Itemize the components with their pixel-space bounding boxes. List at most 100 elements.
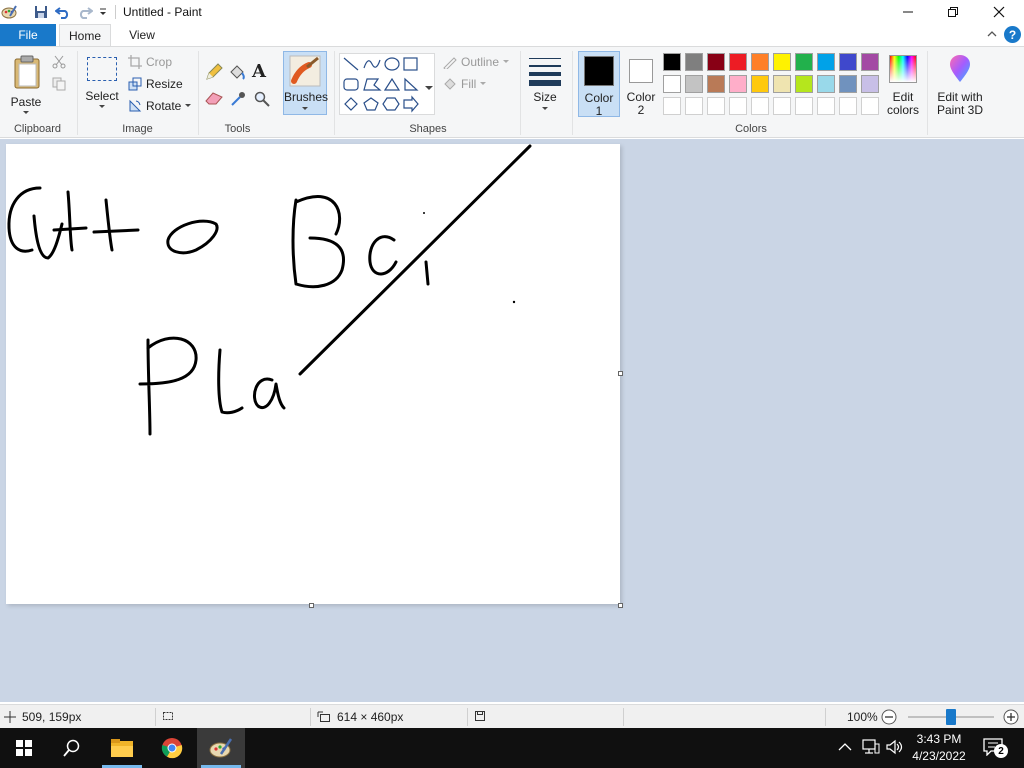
- cut-icon[interactable]: [52, 55, 66, 72]
- color-swatch[interactable]: [751, 75, 769, 93]
- diamond-shape-icon[interactable]: [344, 97, 358, 111]
- color-swatch[interactable]: [817, 75, 835, 93]
- color-swatch[interactable]: [663, 75, 681, 93]
- color-swatch[interactable]: [773, 53, 791, 71]
- copy-icon[interactable]: [52, 77, 66, 94]
- zoom-in-icon[interactable]: [1003, 709, 1019, 728]
- pentagon-shape-icon[interactable]: [363, 97, 379, 111]
- fill-bucket-icon[interactable]: [228, 63, 246, 84]
- resize-handle-corner[interactable]: [618, 603, 623, 608]
- redo-icon[interactable]: [76, 3, 94, 21]
- custom-color-slot[interactable]: [795, 97, 813, 115]
- color-swatch[interactable]: [795, 75, 813, 93]
- color1-button[interactable]: Color 1: [578, 51, 620, 118]
- rectangle-shape-icon[interactable]: [403, 57, 418, 71]
- custom-color-slot[interactable]: [817, 97, 835, 115]
- fill-button[interactable]: Fill: [443, 77, 487, 91]
- windows-start-icon[interactable]: [0, 728, 48, 768]
- edit-colors-button[interactable]: Edit colors: [884, 53, 922, 117]
- color-swatch[interactable]: [729, 75, 747, 93]
- custom-color-slot[interactable]: [707, 97, 725, 115]
- save-icon[interactable]: [32, 3, 50, 21]
- color-swatch[interactable]: [751, 53, 769, 71]
- custom-color-slot[interactable]: [751, 97, 769, 115]
- curve-shape-icon[interactable]: [363, 59, 381, 69]
- custom-color-slot[interactable]: [839, 97, 857, 115]
- canvas-workspace[interactable]: [0, 139, 1024, 702]
- help-icon[interactable]: ?: [1004, 26, 1021, 43]
- custom-color-slot[interactable]: [685, 97, 703, 115]
- color-swatch[interactable]: [839, 75, 857, 93]
- paint-app-icon[interactable]: [0, 3, 18, 21]
- paint-taskbar-icon[interactable]: [197, 728, 245, 768]
- custom-color-slot[interactable]: [773, 97, 791, 115]
- magnifier-icon[interactable]: [254, 91, 270, 110]
- polygon-shape-icon[interactable]: [363, 78, 382, 91]
- volume-icon[interactable]: [886, 739, 904, 758]
- tab-view[interactable]: View: [116, 24, 168, 46]
- customize-toolbar-chevron-icon[interactable]: [94, 3, 112, 21]
- brushes-button[interactable]: Brushes: [283, 51, 329, 115]
- resize-handle-right[interactable]: [618, 371, 623, 376]
- clock-date[interactable]: 4/23/2022: [908, 749, 970, 763]
- tab-file[interactable]: File: [0, 24, 56, 46]
- text-tool-icon[interactable]: A: [252, 61, 266, 82]
- custom-color-slot[interactable]: [729, 97, 747, 115]
- size-button[interactable]: Size: [526, 53, 564, 115]
- paste-button[interactable]: Paste: [6, 53, 46, 114]
- shapes-scroll-down-icon[interactable]: [425, 81, 433, 95]
- drawing-canvas[interactable]: [6, 144, 620, 604]
- tab-home[interactable]: Home: [59, 24, 111, 46]
- edit-with-paint3d-button[interactable]: Edit with Paint 3D: [932, 53, 988, 117]
- resize-button[interactable]: Resize: [128, 77, 183, 91]
- close-button[interactable]: [976, 0, 1022, 24]
- rounded-rectangle-shape-icon[interactable]: [343, 78, 359, 91]
- rotate-button[interactable]: Rotate: [128, 99, 192, 113]
- select-button[interactable]: Select: [84, 55, 120, 115]
- outline-button[interactable]: Outline: [443, 55, 510, 69]
- color-swatch[interactable]: [729, 53, 747, 71]
- crop-button[interactable]: Crop: [128, 55, 172, 69]
- color-swatch[interactable]: [817, 53, 835, 71]
- color-swatch[interactable]: [795, 53, 813, 71]
- color-swatch[interactable]: [685, 53, 703, 71]
- show-hidden-icons-chevron-icon[interactable]: [838, 741, 852, 755]
- pencil-icon[interactable]: [205, 63, 223, 84]
- color-swatch[interactable]: [773, 75, 791, 93]
- brushes-label: Brushes: [284, 90, 329, 104]
- zoom-slider-thumb[interactable]: [946, 709, 956, 725]
- collapse-ribbon-icon[interactable]: [986, 28, 998, 43]
- color-swatch[interactable]: [707, 53, 725, 71]
- color-swatch[interactable]: [839, 53, 857, 71]
- notification-center-icon[interactable]: 2: [983, 738, 1008, 760]
- color-swatch[interactable]: [861, 75, 879, 93]
- hexagon-shape-icon[interactable]: [382, 97, 400, 111]
- custom-color-slot[interactable]: [663, 97, 681, 115]
- restore-button[interactable]: [930, 0, 976, 24]
- undo-icon[interactable]: [54, 3, 72, 21]
- color-swatch[interactable]: [663, 53, 681, 71]
- clock-time[interactable]: 3:43 PM: [908, 732, 970, 746]
- oval-shape-icon[interactable]: [384, 57, 400, 71]
- color-swatch[interactable]: [685, 75, 703, 93]
- chrome-icon[interactable]: [148, 728, 196, 768]
- network-icon[interactable]: [862, 739, 880, 758]
- custom-color-slot[interactable]: [861, 97, 879, 115]
- color-swatch[interactable]: [861, 53, 879, 71]
- canvas-size-icon: [317, 711, 330, 722]
- right-arrow-shape-icon[interactable]: [403, 95, 419, 113]
- minimize-button[interactable]: [885, 0, 931, 24]
- zoom-out-icon[interactable]: [881, 709, 897, 728]
- eraser-icon[interactable]: [205, 91, 223, 108]
- file-explorer-icon[interactable]: [98, 728, 146, 768]
- resize-handle-bottom[interactable]: [309, 603, 314, 608]
- triangle-shape-icon[interactable]: [383, 77, 401, 91]
- status-separator: [467, 708, 468, 726]
- search-icon[interactable]: [48, 728, 96, 768]
- line-shape-icon[interactable]: [343, 57, 359, 71]
- color2-button[interactable]: Color 2: [622, 51, 660, 117]
- outline-dropdown-icon: [503, 60, 510, 63]
- color-swatch[interactable]: [707, 75, 725, 93]
- right-triangle-shape-icon[interactable]: [404, 77, 419, 91]
- color-picker-icon[interactable]: [230, 91, 246, 110]
